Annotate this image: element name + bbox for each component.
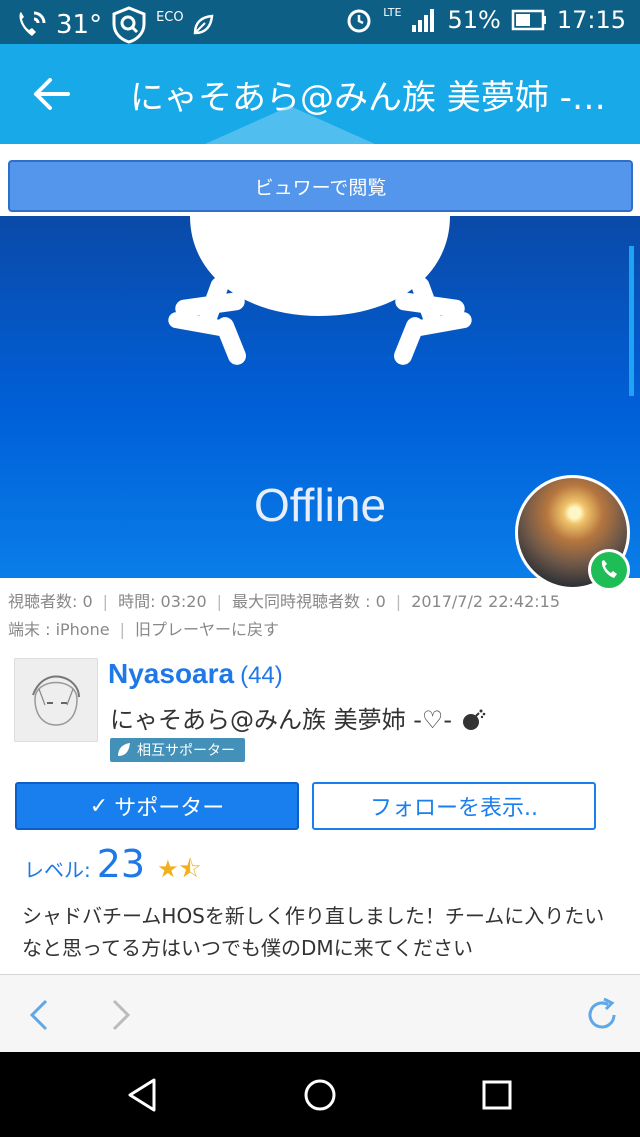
phone-icon [601, 560, 617, 578]
app-bar-notch [205, 106, 375, 144]
leaf-icon [193, 14, 214, 35]
leaf-icon [118, 743, 130, 756]
network-type: LTE [383, 5, 402, 19]
stream-date: 2017/7/2 22:42:15 [411, 592, 560, 611]
back-arrow-icon[interactable] [30, 72, 74, 116]
supporter-button[interactable]: ✓ サポーター [15, 782, 299, 830]
mutual-supporter-label: 相互サポーター [137, 743, 235, 759]
profile-description: シャドバチームHOSを新しく作り直しました！チームに入りたいなと思ってる方はいつ… [22, 904, 605, 960]
browser-toolbar [0, 974, 640, 1052]
stream-stats: 視聴者数: 0 | 時間: 03:20 | 最大同時視聴者数 : 0 | 2017/7/2 … [8, 588, 633, 644]
device: 端末 : iPhone [8, 620, 110, 639]
profile-subtitle: にゃそあら@みん族 美夢姉 -♡- [110, 700, 486, 735]
display-name: にゃそあら@みん族 美夢姉 -♡- [110, 706, 453, 734]
max-viewers: 最大同時視聴者数 : 0 [232, 592, 386, 611]
clock: 17:15 [556, 6, 626, 34]
profile-name[interactable]: Nyasoara (44) [108, 658, 283, 690]
alarm-icon [347, 9, 371, 33]
star-rating: ★⯪ [157, 855, 202, 883]
level-label: レベル: [24, 858, 91, 882]
battery-icon [511, 9, 546, 31]
signal-icon [412, 9, 435, 32]
nav-recents-icon[interactable] [476, 1074, 518, 1116]
eco-label: ECO [156, 9, 184, 25]
duration: 時間: 03:20 [118, 592, 207, 611]
divider: | [102, 592, 109, 611]
refresh-icon[interactable] [582, 995, 622, 1035]
divider: | [119, 620, 125, 639]
open-in-viewer-label: ビュワーで閲覧 [254, 176, 387, 199]
video-scrollbar[interactable] [629, 246, 634, 396]
check-icon: ✓ [89, 793, 109, 819]
nav-back-icon[interactable] [122, 1074, 164, 1116]
frog-mascot-icon [168, 216, 472, 365]
nav-home-icon[interactable] [299, 1074, 341, 1116]
level-display: レベル: 23 ★⯪ [24, 842, 201, 893]
sketch-portrait-icon [32, 675, 80, 726]
app-bar: にゃそあら@みん族 美夢姉 -♡- 💣 [0, 44, 640, 144]
show-follow-label: フォローを表示.. [370, 796, 538, 821]
chevron-right-icon[interactable] [100, 995, 140, 1035]
chevron-left-icon[interactable] [20, 995, 60, 1035]
system-navigation-bar [0, 1052, 640, 1137]
bomb-icon [462, 709, 486, 730]
call-button[interactable] [588, 549, 630, 591]
level-value: 23 [96, 842, 146, 886]
username[interactable]: Nyasoara [108, 658, 234, 689]
follower-count: (44) [240, 662, 283, 689]
supporter-label: サポーター [114, 796, 225, 821]
old-player-link[interactable]: 旧プレーヤーに戻す [135, 620, 279, 639]
mutual-supporter-badge: 相互サポーター [110, 738, 245, 762]
status-bar: 31° ECO LTE 51% 17:15 [0, 0, 640, 44]
show-follow-button[interactable]: フォローを表示.. [312, 782, 596, 830]
temperature: 31° [56, 10, 103, 40]
profile-picture[interactable] [14, 658, 98, 742]
battery-percent: 51% [447, 6, 501, 34]
open-in-viewer-button[interactable]: ビュワーで閲覧 [8, 160, 633, 212]
shield-search-icon [112, 6, 146, 44]
viewer-count: 視聴者数: 0 [8, 592, 93, 611]
divider: | [216, 592, 223, 611]
wifi-calling-icon [19, 11, 46, 36]
divider: | [395, 592, 402, 611]
